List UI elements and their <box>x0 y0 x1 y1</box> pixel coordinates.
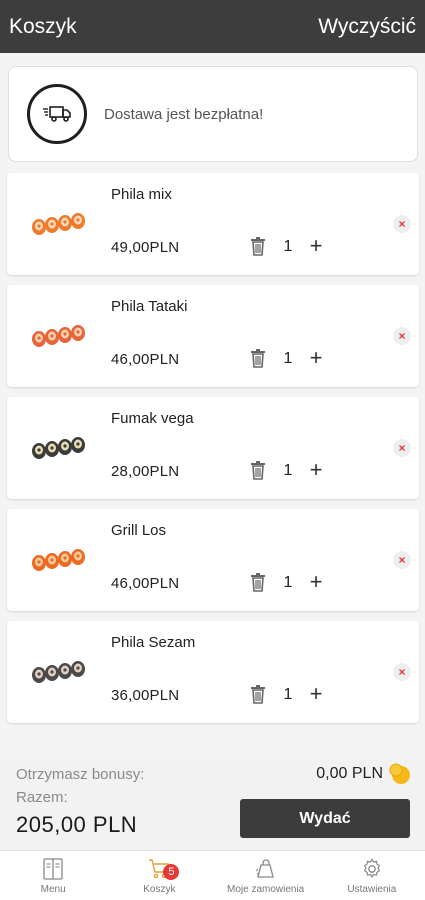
page-title: Koszyk <box>9 14 77 38</box>
cart-summary: Otrzymasz bonusy: 0,00 PLN Razem: 205,00… <box>0 760 425 850</box>
product-price: 49,00PLN <box>111 239 180 256</box>
tab-cart-label: Koszyk <box>143 884 176 895</box>
tab-settings-label: Ustawienia <box>347 884 397 895</box>
product-price: 36,00PLN <box>111 687 180 704</box>
trash-icon[interactable] <box>250 572 266 592</box>
product-price: 46,00PLN <box>111 351 180 368</box>
tab-settings[interactable]: Ustawienia <box>319 851 425 900</box>
product-image <box>32 325 85 347</box>
product-image <box>32 213 85 235</box>
menu-book-icon <box>43 858 63 880</box>
cart-item: Phila mix 49,00PLN 1 + × <box>7 173 419 275</box>
tab-orders-label: Moje zamowienia <box>226 884 305 895</box>
delivery-truck-icon <box>27 84 87 144</box>
trash-icon[interactable] <box>250 236 266 256</box>
bottom-tab-bar: Menu 5 Koszyk Moje zamowienia Ustawienia <box>0 850 425 900</box>
product-image <box>32 661 85 683</box>
delivery-banner: Dostawa jest bezpłatna! <box>8 66 418 162</box>
cart-item: Phila Tataki 46,00PLN 1 + × <box>7 285 419 387</box>
product-name: Fumak vega <box>111 410 194 427</box>
quantity-value: 1 <box>283 462 293 479</box>
bonus-label: Otrzymasz bonusy: <box>16 766 145 783</box>
quantity-value: 1 <box>283 686 293 703</box>
trash-icon[interactable] <box>250 684 266 704</box>
cart-item: Fumak vega 28,00PLN 1 + × <box>7 397 419 499</box>
cart-item: Grill Los 46,00PLN 1 + × <box>7 509 419 611</box>
delivery-text: Dostawa jest bezpłatna! <box>104 105 264 123</box>
quantity-value: 1 <box>283 574 293 591</box>
product-image <box>32 549 85 571</box>
remove-item-button[interactable]: × <box>393 551 411 569</box>
product-name: Phila mix <box>111 186 172 203</box>
orders-bag-icon <box>255 859 274 878</box>
product-name: Grill Los <box>111 522 167 539</box>
product-price: 28,00PLN <box>111 463 180 480</box>
top-bar: Koszyk Wyczyścić <box>0 0 425 53</box>
gear-icon <box>363 858 381 878</box>
remove-item-button[interactable]: × <box>393 663 411 681</box>
total-label: Razem: <box>16 789 68 806</box>
increase-quantity-button[interactable]: + <box>307 346 325 370</box>
quantity-value: 1 <box>283 238 293 255</box>
trash-icon[interactable] <box>250 348 266 368</box>
spend-bonus-button[interactable]: Wydać <box>240 799 410 838</box>
remove-item-button[interactable]: × <box>393 215 411 233</box>
product-name: Phila Tataki <box>111 298 188 315</box>
increase-quantity-button[interactable]: + <box>307 570 325 594</box>
bonus-coin-icon <box>389 763 410 784</box>
tab-menu-label: Menu <box>40 884 66 895</box>
tab-menu[interactable]: Menu <box>0 851 106 900</box>
remove-item-button[interactable]: × <box>393 439 411 457</box>
cart-count-badge: 5 <box>163 864 180 880</box>
total-value: 205,00 PLN <box>16 812 138 837</box>
remove-item-button[interactable]: × <box>393 327 411 345</box>
increase-quantity-button[interactable]: + <box>307 234 325 258</box>
clear-cart-button[interactable]: Wyczyścić <box>318 15 416 39</box>
tab-cart[interactable]: 5 Koszyk <box>106 851 212 900</box>
increase-quantity-button[interactable]: + <box>307 458 325 482</box>
trash-icon[interactable] <box>250 460 266 480</box>
product-name: Phila Sezam <box>111 634 196 651</box>
cart-item: Phila Sezam 36,00PLN 1 + × <box>7 621 419 723</box>
product-image <box>32 437 85 459</box>
increase-quantity-button[interactable]: + <box>307 682 325 706</box>
tab-orders[interactable]: Moje zamowienia <box>213 851 319 900</box>
quantity-value: 1 <box>283 350 293 367</box>
bonus-value: 0,00 PLN <box>316 765 383 782</box>
product-price: 46,00PLN <box>111 575 180 592</box>
